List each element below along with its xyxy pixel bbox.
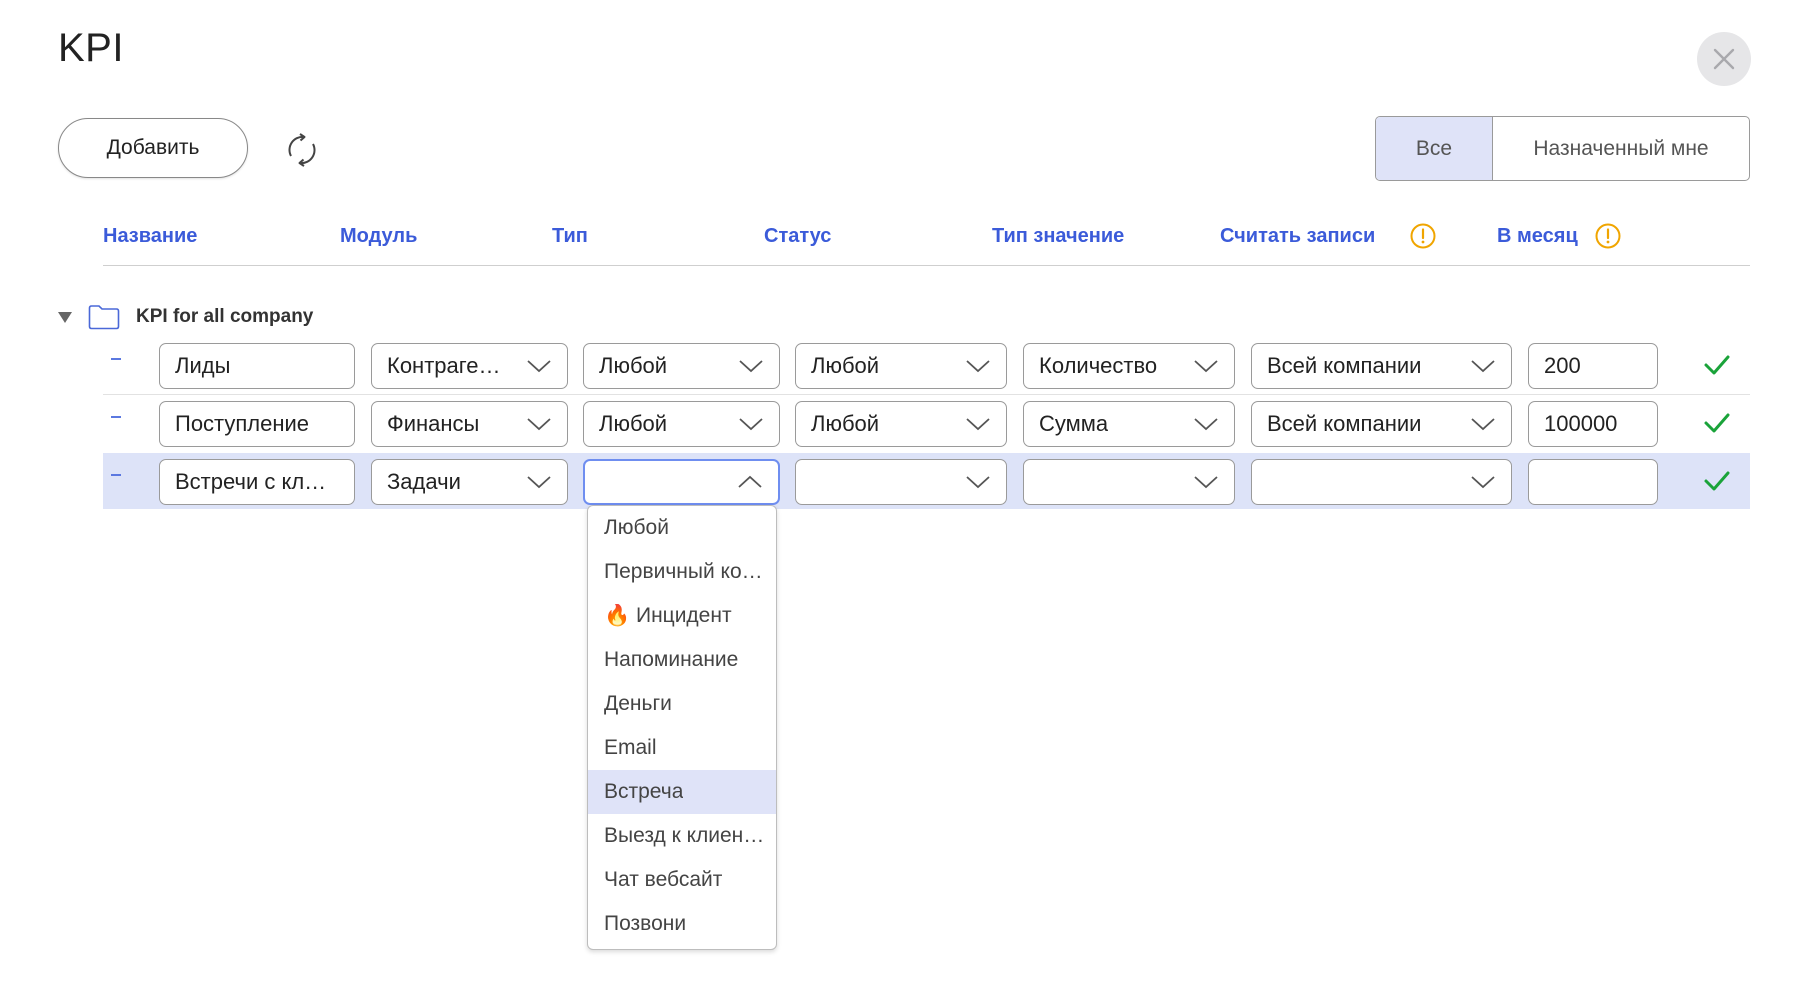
count-records-select[interactable]: Всей компании	[1251, 343, 1512, 389]
value-type-select[interactable]: Сумма	[1023, 401, 1235, 447]
per-month-field[interactable]: 200	[1528, 343, 1658, 389]
kpi-row: Поступление Финансы Любой Любой Сумма Вс…	[103, 395, 1750, 451]
chevron-down-icon	[1471, 418, 1495, 431]
check-icon[interactable]	[1703, 469, 1731, 493]
chevron-down-icon	[527, 360, 551, 373]
dropdown-option[interactable]: Чат вебсайт	[588, 858, 776, 902]
col-header-status[interactable]: Статус	[764, 225, 831, 248]
kpi-row: Лиды Контраге… Любой Любой Количество Вс…	[103, 337, 1750, 393]
kpi-name-field[interactable]: Встречи с кл…	[159, 459, 355, 505]
type-dropdown-menu: Любой Первичный ко… 🔥 Инцидент Напоминан…	[587, 505, 777, 950]
col-header-value-type[interactable]: Тип значение	[992, 225, 1124, 248]
module-select[interactable]: Финансы	[371, 401, 568, 447]
chevron-down-icon	[1471, 360, 1495, 373]
kpi-row-active: Встречи с кл… Задачи	[103, 453, 1750, 509]
col-header-module[interactable]: Модуль	[340, 225, 417, 248]
dropdown-option[interactable]: Деньги	[588, 682, 776, 726]
chevron-down-icon	[739, 418, 763, 431]
chevron-up-icon	[738, 475, 762, 488]
chevron-down-icon	[966, 476, 990, 489]
assignment-filter: Все Назначенный мне	[1375, 116, 1750, 181]
check-icon[interactable]	[1703, 353, 1731, 377]
chevron-down-icon	[1194, 418, 1218, 431]
value-type-select[interactable]: Количество	[1023, 343, 1235, 389]
status-select[interactable]: Любой	[795, 401, 1007, 447]
col-header-per-month[interactable]: В месяц	[1497, 225, 1578, 248]
per-month-field[interactable]	[1528, 459, 1658, 505]
filter-all-button[interactable]: Все	[1376, 117, 1493, 180]
row-dash-icon[interactable]	[111, 474, 121, 476]
type-select[interactable]: Любой	[583, 343, 780, 389]
check-icon[interactable]	[1703, 411, 1731, 435]
kpi-name-field[interactable]: Лиды	[159, 343, 355, 389]
count-records-select[interactable]	[1251, 459, 1512, 505]
page-title: KPI	[58, 26, 124, 70]
dropdown-option[interactable]: 🔥 Инцидент	[588, 594, 776, 638]
chevron-down-icon	[1194, 360, 1218, 373]
col-header-count-records[interactable]: Считать записи	[1220, 225, 1375, 248]
chevron-down-icon	[739, 360, 763, 373]
kpi-group[interactable]: KPI for all company	[58, 302, 313, 332]
chevron-down-icon	[966, 418, 990, 431]
module-select[interactable]: Контраге…	[371, 343, 568, 389]
col-header-type[interactable]: Тип	[552, 225, 588, 248]
dropdown-option-highlighted[interactable]: Встреча	[588, 770, 776, 814]
kpi-name-field[interactable]: Поступление	[159, 401, 355, 447]
dropdown-option[interactable]: Напоминание	[588, 638, 776, 682]
per-month-field[interactable]: 100000	[1528, 401, 1658, 447]
value-type-select[interactable]	[1023, 459, 1235, 505]
warning-icon[interactable]	[1410, 223, 1436, 249]
warning-icon[interactable]	[1595, 223, 1621, 249]
close-icon	[1713, 48, 1735, 70]
chevron-down-icon	[527, 476, 551, 489]
dropdown-option[interactable]: Любой	[588, 506, 776, 550]
caret-down-icon[interactable]	[58, 311, 72, 323]
col-header-name[interactable]: Название	[103, 225, 197, 248]
row-dash-icon[interactable]	[111, 416, 121, 418]
filter-mine-button[interactable]: Назначенный мне	[1493, 117, 1749, 180]
refresh-icon	[288, 133, 316, 167]
chevron-down-icon	[1194, 476, 1218, 489]
add-button[interactable]: Добавить	[58, 118, 248, 178]
folder-icon	[88, 305, 120, 330]
dropdown-option[interactable]: Выезд к клиен…	[588, 814, 776, 858]
module-select[interactable]: Задачи	[371, 459, 568, 505]
refresh-button[interactable]	[282, 130, 322, 170]
dropdown-option[interactable]: Первичный ко…	[588, 550, 776, 594]
chevron-down-icon	[1471, 476, 1495, 489]
chevron-down-icon	[966, 360, 990, 373]
type-select[interactable]: Любой	[583, 401, 780, 447]
type-select-open[interactable]	[583, 459, 780, 505]
group-label: KPI for all company	[136, 306, 314, 327]
header-divider	[103, 265, 1750, 266]
close-button[interactable]	[1697, 32, 1751, 86]
row-dash-icon[interactable]	[111, 358, 121, 360]
count-records-select[interactable]: Всей компании	[1251, 401, 1512, 447]
status-select[interactable]: Любой	[795, 343, 1007, 389]
dropdown-option[interactable]: Email	[588, 726, 776, 770]
chevron-down-icon	[527, 418, 551, 431]
dropdown-option[interactable]: Позвони	[588, 902, 776, 946]
status-select[interactable]	[795, 459, 1007, 505]
